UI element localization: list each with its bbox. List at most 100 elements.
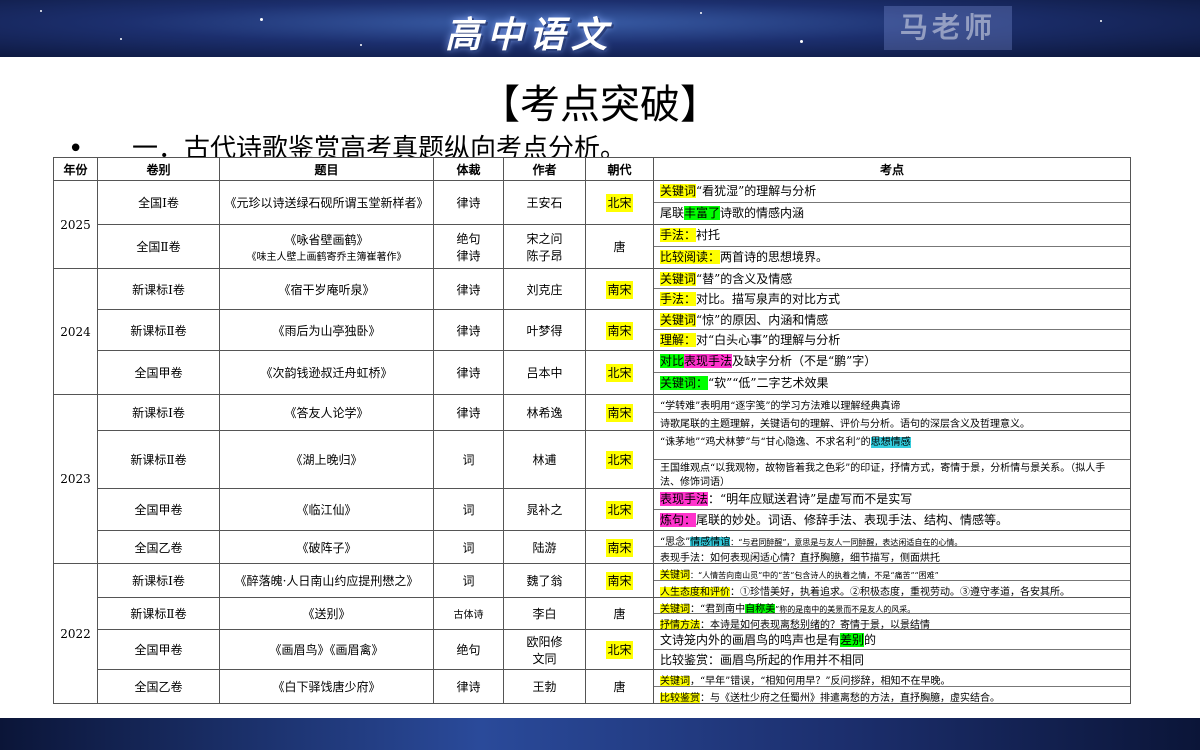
paper-cell-text: 新课标Ⅰ卷 <box>132 282 185 297</box>
dynasty-label: 南宋 <box>606 280 633 299</box>
dynasty-cell: 北宋 <box>585 180 654 225</box>
star-decoration <box>800 40 803 43</box>
highlighted-keyword: 丰富了 <box>684 206 721 220</box>
dynasty-cell: 北宋 <box>585 430 654 489</box>
title-cell-text: 《味主人壁上画鹤寄乔主簿崔著作》 <box>246 251 407 263</box>
exam-point-line: 文诗笼内外的画眉鸟的鸣声也是有差别的 <box>654 630 1130 650</box>
highlighted-keyword: 自称美 <box>745 604 776 614</box>
year-cell: 2025 <box>53 180 98 269</box>
highlighted-keyword: 人生态度和评价 <box>660 587 730 597</box>
highlighted-keyword: 关键词 <box>660 676 690 687</box>
genre-cell: 律诗 <box>433 350 504 395</box>
exam-point-line: 关键词：“君到南中自称美”称的是南中的美景而不是友人的风采。 <box>654 598 1130 614</box>
title-cell-text: 《白下驿饯唐少府》 <box>272 680 381 694</box>
exam-point-text: “软”“低”二字艺术效果 <box>708 376 829 390</box>
table-row: 全国甲卷 《临江仙》 词 晁补之 北宋 表现手法：“明年应赋送君诗”是虚写而不是实写 炼句：… <box>54 488 1131 531</box>
exam-point-line: 比较鉴赏：与《送杜少府之任蜀州》排遣离愁的方法，直抒胸臆，虚实结合。 <box>654 687 1130 703</box>
highlighted-keyword: 关键词 <box>660 313 697 327</box>
exam-point-text: “惊”的原因、内涵和情感 <box>696 313 829 327</box>
footer-banner <box>0 718 1200 750</box>
table-row: 全国甲卷 《画眉鸟》《画眉禽》 绝句 欧阳修 文同 北宋 文诗笼内外的画眉鸟的鸣声也是有差别… <box>54 629 1131 670</box>
title-cell-text: 《答友人论学》 <box>284 406 369 420</box>
dynasty-label: 南宋 <box>606 572 633 590</box>
genre-cell: 绝句 律诗 <box>433 224 504 269</box>
title-cell-text: 《湖上晚归》 <box>290 453 363 467</box>
highlighted-keyword: 理解： <box>660 333 697 347</box>
exam-point-text: 文诗笼内外的画眉鸟的鸣声也是有 <box>660 633 841 647</box>
exam-point-text: ：“与君同醉醒”，意思是与友人一同醉醒，表达闲适自在的心情。 <box>730 538 963 547</box>
table-row: 2022 新课标Ⅰ卷 《醉落魄·人日南山约应提刑懋之》词魏了翁 南宋 关键词：“人情苦向… <box>53 563 1131 704</box>
exam-point-text: 对比。描写泉声的对比方式 <box>696 292 841 306</box>
header-dynasty: 朝代 <box>585 157 654 181</box>
genre-cell-text: 律诗 <box>456 680 481 694</box>
highlighted-keyword: 差别 <box>840 633 865 647</box>
exam-point-line: 手法：对比。描写泉声的对比方式 <box>654 289 1130 308</box>
exam-point-line: 王国维观点“以我观物，故物皆着我之色彩”的印证，抒情方式，寄情于景，分析情与景关… <box>654 460 1130 488</box>
table-row: 新课标Ⅱ卷 《湖上晚归》 词 林逋 北宋 “诛茅地”“鸡犬林萝”与“甘心隐逸、不求名利”的… <box>54 430 1131 489</box>
exam-point-line: 尾联丰富了诗歌的情感内涵 <box>654 203 1130 224</box>
exam-point-text: 衬托 <box>696 228 721 242</box>
dynasty-cell: 南宋 <box>585 563 654 598</box>
dynasty-label: 唐 <box>613 680 626 694</box>
dynasty-label: 北宋 <box>606 364 633 382</box>
star-decoration <box>40 10 42 12</box>
exam-point-text: 两首诗的思想境界。 <box>720 250 829 264</box>
dynasty-cell: 南宋 <box>585 530 654 564</box>
table-row: 全国乙卷 《白下驿饯唐少府》 律诗 王勃 唐 关键词，“早年”错误，“相知何用早？”反问拶… <box>54 669 1131 704</box>
paper-cell: 全国Ⅱ卷 <box>97 224 220 269</box>
highlighted-keyword: 关键词 <box>660 184 697 198</box>
exam-point-text: “诛茅地”“鸡犬林萝”与“甘心隐逸、不求名利”的 <box>660 437 871 448</box>
dynasty-label: 南宋 <box>606 538 633 557</box>
paper-cell: 全国甲卷 <box>97 350 220 395</box>
paper-cell: 新课标Ⅱ卷 <box>97 430 220 489</box>
author-cell: 魏了翁 <box>503 563 586 598</box>
exam-point-line: 比较鉴赏：画眉鸟所起的作用并不相同 <box>654 650 1130 669</box>
exam-point-text: 王国维观点“以我观物，故物皆着我之色彩”的印证，抒情方式，寄情于景，分析情与景关… <box>660 463 1106 488</box>
title-cell: 《咏省壁画鹤》 《味主人壁上画鹤寄乔主簿崔著作》 <box>219 224 434 269</box>
dynasty-label: 南宋 <box>606 321 633 340</box>
banner-title: 高中语文 <box>445 14 614 56</box>
table-body: 2025 全国Ⅰ卷 《元珍以诗送绿石砚所谓玉堂新样者》 律诗 王安石 北宋 关键词“看犹湿”… <box>53 180 1131 704</box>
dynasty-label: 北宋 <box>606 641 633 659</box>
author-cell: 晁补之 <box>503 488 586 531</box>
highlighted-keyword: 表现手法 <box>660 492 709 506</box>
author-cell-text: 晁补之 <box>526 503 563 517</box>
exam-analysis-table: 年份 卷别 题目 体裁 作者 朝代 考点 2025 全国Ⅰ卷 《元珍以诗送绿石砚所谓… <box>53 157 1131 704</box>
genre-cell: 律诗 <box>433 394 504 431</box>
exam-point-text: “看犹湿”的理解与分析 <box>696 184 817 198</box>
paper-cell-text: 全国乙卷 <box>134 540 183 555</box>
exam-points-cell: “思念”情感情谊：“与君同醉醒”，意思是与友人一同醉醒，表达闲适自在的心情。 表现… <box>653 530 1131 564</box>
genre-cell-text: 律诗 <box>456 366 481 380</box>
author-cell-text: 林希逸 <box>526 406 563 420</box>
author-cell: 宋之问 陈子昂 <box>503 224 586 269</box>
exam-points-cell: 关键词“替”的含义及情感 手法：对比。描写泉声的对比方式 <box>653 268 1131 310</box>
author-cell: 林希逸 <box>503 394 586 431</box>
paper-cell-text: 新课标Ⅱ卷 <box>130 607 187 621</box>
table-row: 新课标Ⅱ卷 《送别》 古体诗 李白 唐 关键词：“君到南中自称美”称的是南中的美景而不是友… <box>54 597 1131 630</box>
header-author: 作者 <box>503 157 586 181</box>
exam-point-line: 对比表现手法及缺字分析（不是“鹏”字） <box>654 351 1130 373</box>
exam-points-cell: 对比表现手法及缺字分析（不是“鹏”字） 关键词：“软”“低”二字艺术效果 <box>653 350 1131 395</box>
author-cell: 叶梦得 <box>503 309 586 351</box>
exam-point-text: 的 <box>864 633 877 647</box>
exam-analysis-table-container: 年份 卷别 题目 体裁 作者 朝代 考点 2025 全国Ⅰ卷 《元珍以诗送绿石砚所谓… <box>53 157 1131 704</box>
exam-point-text: 对“白头心事”的理解与分析 <box>696 333 841 347</box>
exam-point-line: 关键词：“软”“低”二字艺术效果 <box>654 373 1130 394</box>
paper-cell: 全国乙卷 <box>97 530 220 564</box>
exam-points-cell: 表现手法：“明年应赋送君诗”是虚写而不是实写 炼句：尾联的妙处。词语、修辞手法、表… <box>653 488 1131 531</box>
dynasty-label: 唐 <box>613 607 626 621</box>
exam-point-text: 诗歌的情感内涵 <box>720 206 805 220</box>
paper-cell: 新课标Ⅰ卷 <box>97 268 220 310</box>
title-cell-text: 《送别》 <box>302 607 351 621</box>
genre-cell: 律诗 <box>433 180 504 225</box>
header-paper: 卷别 <box>97 157 220 181</box>
exam-points-cell: 关键词“惊”的原因、内涵和情感理解：对“白头心事”的理解与分析 <box>653 309 1131 351</box>
title-cell-text: 《次韵钱逊叔迁舟虹桥》 <box>260 366 393 380</box>
exam-points-cell: 关键词：“君到南中自称美”称的是南中的美景而不是友人的风采。 抒情方法：本诗是如何… <box>653 597 1131 630</box>
highlighted-keyword: 比较鉴赏 <box>660 693 700 703</box>
genre-cell: 词 <box>433 530 504 564</box>
dynasty-cell: 南宋 <box>585 268 654 310</box>
dynasty-label: 北宋 <box>606 194 633 212</box>
author-cell: 林逋 <box>503 430 586 489</box>
author-cell-text: 李白 <box>532 607 557 621</box>
